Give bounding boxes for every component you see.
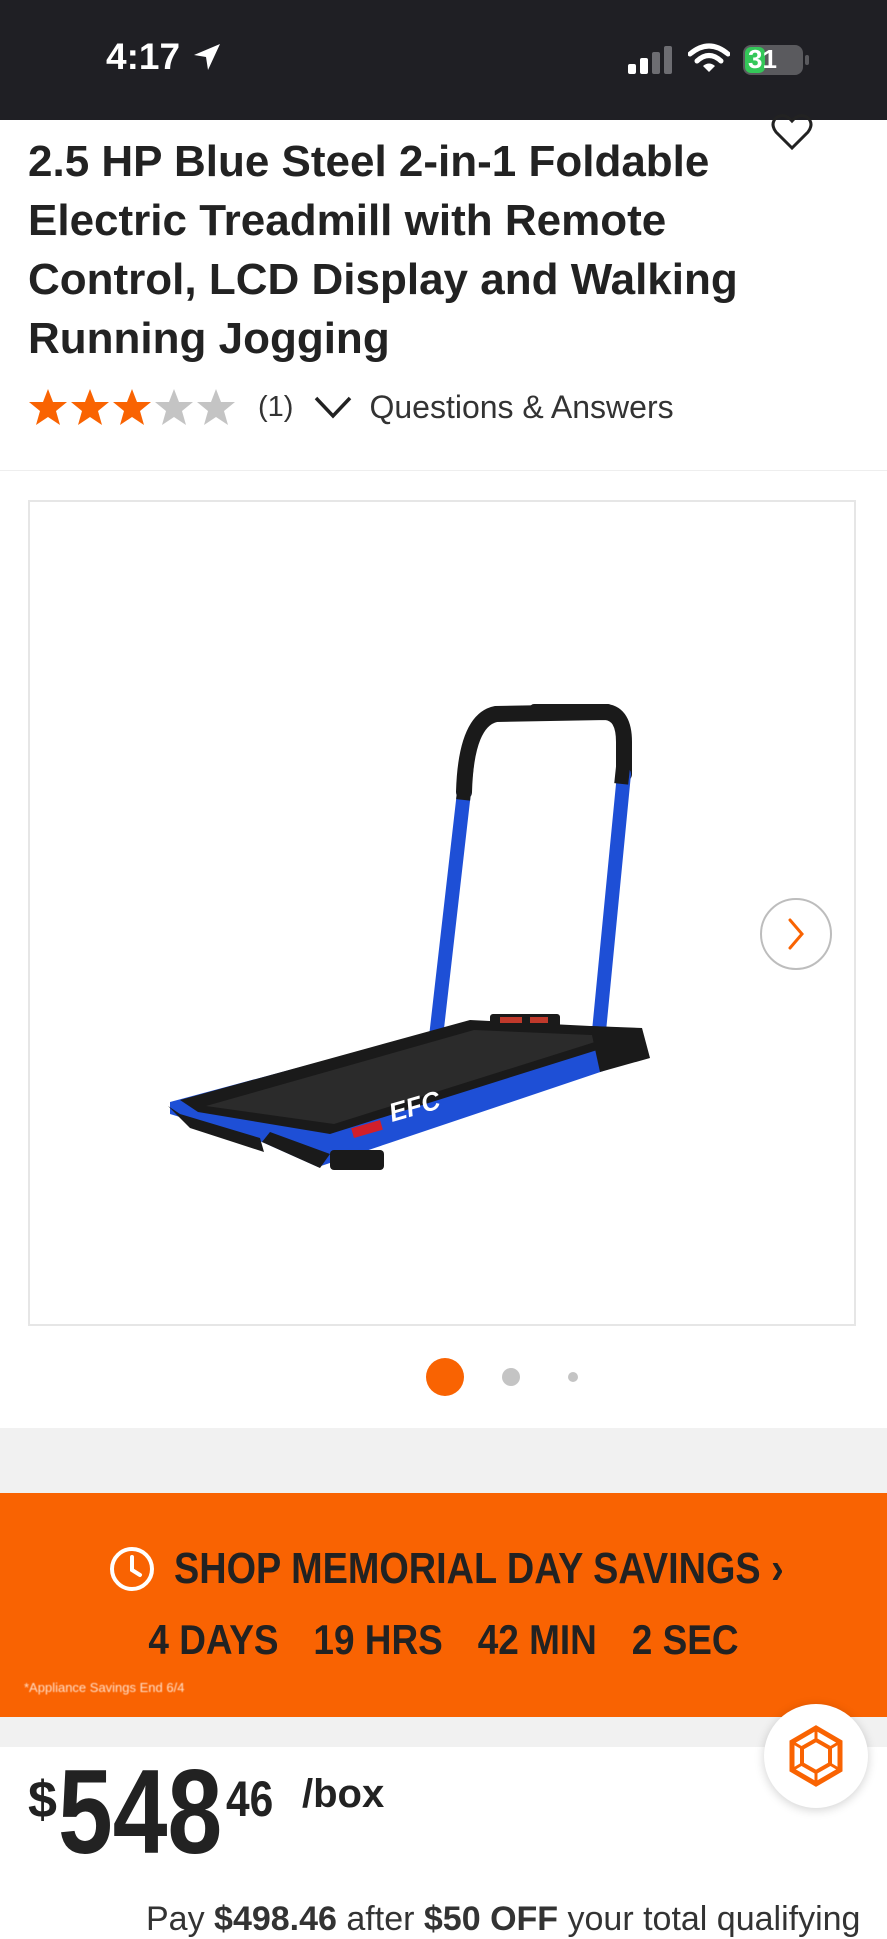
star-filled-icon — [29, 389, 67, 425]
gallery-dot-1[interactable] — [426, 1358, 464, 1396]
next-image-button[interactable] — [760, 898, 832, 970]
status-bar: 4:17 31 — [0, 0, 887, 120]
gallery-dot-2[interactable] — [502, 1368, 520, 1386]
promo-title[interactable]: SHOP MEMORIAL DAY SAVINGS › — [174, 1544, 784, 1594]
countdown-minutes: 42 MIN — [477, 1616, 597, 1663]
countdown-timer: 4 DAYS 19 HRS 42 MIN 2 SEC — [53, 1616, 834, 1664]
promo-disclaimer: *Appliance Savings End 6/4 — [24, 1680, 185, 1695]
wifi-icon — [688, 43, 730, 72]
pay-suffix: your total qualifying — [558, 1900, 861, 1938]
price-unit: /box — [302, 1772, 385, 1816]
countdown-hours: 19 HRS — [313, 1616, 443, 1663]
review-count[interactable]: (1) — [258, 391, 293, 424]
chevron-down-icon[interactable] — [313, 394, 353, 420]
price-dollars: 548 — [58, 1745, 223, 1879]
pay-discount: $50 OFF — [423, 1900, 559, 1938]
chevron-right-icon — [788, 918, 804, 950]
chat-icon — [789, 1725, 843, 1787]
product-title: 2.5 HP Blue Steel 2-in-1 Foldable Electr… — [28, 137, 738, 363]
rating-row[interactable]: (1) Questions & Answers — [28, 382, 674, 432]
star-filled-icon — [71, 389, 109, 425]
treadmill-image: EFC — [168, 703, 650, 1170]
battery-percentage: 31 — [748, 44, 777, 74]
price-cents: 46 — [226, 1771, 274, 1827]
countdown-seconds: 2 SEC — [631, 1616, 739, 1663]
star-empty-icon — [197, 389, 235, 425]
status-time: 4:17 — [106, 36, 181, 77]
location-arrow-icon — [194, 44, 220, 70]
pay-amount: $498.46 — [214, 1900, 337, 1938]
countdown-days: 4 DAYS — [148, 1616, 279, 1663]
signal-icon — [628, 46, 672, 74]
section-divider — [0, 1717, 887, 1747]
pay-mid: after — [336, 1900, 424, 1938]
clock-icon — [110, 1547, 154, 1591]
promo-heading[interactable]: SHOP MEMORIAL DAY SAVINGS › — [108, 1538, 883, 1600]
chat-button[interactable] — [764, 1704, 868, 1808]
product-image[interactable]: EFC — [28, 500, 856, 1326]
section-divider — [0, 1428, 887, 1493]
gallery-dot-3[interactable] — [568, 1372, 578, 1382]
pay-prefix: Pay — [146, 1900, 215, 1938]
star-filled-icon — [113, 389, 151, 425]
price-currency: $ — [28, 1771, 57, 1829]
star-empty-icon — [155, 389, 193, 425]
star-rating — [28, 387, 236, 427]
questions-answers-link[interactable]: Questions & Answers — [369, 389, 673, 426]
